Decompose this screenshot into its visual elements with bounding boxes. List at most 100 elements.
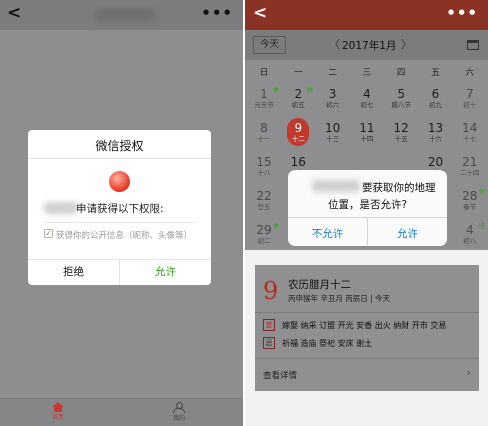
lunar-label: 初五	[291, 101, 305, 109]
day-cell[interactable]: 4 初七	[350, 87, 384, 110]
lunar-date: 农历腊月十二	[288, 279, 351, 291]
day-number: 14	[462, 121, 478, 135]
month-title: 2017年1月	[342, 40, 397, 52]
lunar-label: 腊八节	[391, 101, 411, 109]
lunar-label: 十一	[257, 135, 271, 143]
person-icon	[173, 402, 185, 413]
weekday-label: 六	[465, 68, 475, 78]
weekday-label: 二	[328, 68, 337, 78]
location-dialog: 要获取你的地理 位置，是否允许? 不允许 允许	[288, 170, 447, 246]
day-cell[interactable]: 1 元旦节休	[247, 87, 281, 109]
day-number: 6	[431, 87, 440, 101]
lunar-label: 春节	[463, 203, 477, 211]
weekday-label: 日	[259, 68, 269, 78]
lunar-label: 初八	[463, 237, 477, 245]
lunar-label: 初九	[429, 101, 442, 109]
day-cell[interactable]: 7 初十	[453, 88, 487, 110]
calendar-header: 今天 〈 2017年1月 〉	[245, 30, 488, 60]
back-chevron-icon[interactable]: <	[7, 3, 21, 23]
day-cell[interactable]: 22 廿五	[247, 190, 281, 212]
lunar-label: 十八	[257, 169, 271, 177]
day-cell[interactable]: 29 初二休	[247, 223, 281, 245]
more-options-icon[interactable]: •••	[446, 4, 478, 22]
wechat-auth-screen: < ••• 微信授权 申请获得以下权限: ✓ 获得你的公开信息（昵称、头像等） …	[0, 0, 243, 426]
home-icon	[52, 402, 64, 412]
permission-label: 获得你的公开信息（昵称、头像等）	[56, 231, 193, 241]
big-day-number: 9	[263, 277, 279, 305]
ji-activities: 祈福 造庙 祭祀 安床 谢土	[282, 339, 373, 348]
calendar-screen: < ••• 今天 〈 2017年1月 〉 日一二三四五六 1 元旦节休 2 初五休 3 初…	[245, 0, 488, 426]
dialog-message-line1: 要获取你的地理	[362, 182, 436, 194]
day-number: 9	[294, 121, 303, 135]
day-number: 20	[427, 155, 444, 169]
weekday-label: 四	[396, 68, 406, 78]
request-text: 申请获得以下权限:	[76, 203, 164, 215]
day-cell[interactable]: 14 十七	[453, 121, 487, 144]
calendar-icon[interactable]	[467, 40, 479, 50]
day-number: 3	[328, 87, 337, 101]
allow-button[interactable]: 允许	[368, 226, 447, 241]
day-cell[interactable]: 11 十四	[350, 121, 384, 144]
lunar-label: 初十	[463, 101, 477, 109]
weekday-label: 一	[294, 68, 303, 78]
lunar-label: 十三	[326, 135, 340, 143]
lunar-label: 十二	[291, 135, 305, 143]
lunar-label: 初二	[257, 237, 271, 245]
day-cell[interactable]: 2 初五休	[281, 87, 315, 109]
tab-home-label: 首页	[51, 414, 64, 421]
prev-month-icon[interactable]: 〈	[329, 36, 340, 52]
day-number: 5	[397, 87, 405, 101]
deny-button[interactable]: 拒绝	[28, 264, 119, 279]
day-cell[interactable]: 3 初六	[316, 87, 350, 110]
day-cell[interactable]: 6 初九	[419, 87, 453, 110]
day-cell[interactable]: 4 初八班	[453, 223, 487, 245]
holiday-badge: 休	[307, 87, 314, 94]
navigation-bar: < •••	[245, 0, 488, 30]
weekday-label: 五	[431, 68, 440, 78]
lunar-label: 初七	[360, 101, 374, 109]
view-details-link[interactable]: 查看详情	[263, 369, 297, 381]
lunar-label: 十四	[360, 135, 374, 143]
day-cell[interactable]: 13 十六	[419, 122, 453, 144]
holiday-badge: 休	[478, 189, 485, 196]
day-cell[interactable]: 9 十二	[281, 121, 315, 144]
today-button[interactable]: 今天	[253, 36, 286, 54]
next-month-icon[interactable]: 〉	[401, 36, 412, 52]
tab-me[interactable]: 我的	[159, 402, 199, 422]
tab-home[interactable]: 首页	[38, 402, 78, 421]
lunar-label: 二十四	[460, 169, 480, 177]
deny-button[interactable]: 不允许	[288, 226, 367, 241]
day-cell[interactable]: 10 十三	[316, 121, 350, 144]
back-chevron-icon[interactable]: <	[253, 3, 267, 23]
holiday-badge: 班	[478, 223, 485, 230]
blurred-title	[95, 9, 155, 21]
weekday-label: 三	[362, 68, 372, 78]
holiday-badge: 休	[272, 87, 279, 94]
dialog-title: 微信授权	[95, 139, 144, 153]
day-number: 4	[363, 87, 371, 101]
allow-button[interactable]: 允许	[120, 264, 211, 279]
day-number: 11	[359, 121, 375, 135]
day-cell[interactable]: 12 十五	[384, 121, 418, 144]
app-logo	[109, 171, 130, 192]
day-cell[interactable]: 5 腊八节	[384, 87, 418, 110]
day-cell[interactable]: 28 春节休	[453, 189, 487, 211]
divider	[255, 358, 479, 359]
day-number: 12	[393, 121, 409, 135]
divider	[255, 312, 479, 313]
yi-badge: 宜	[263, 319, 275, 331]
day-cell[interactable]: 21 二十四	[453, 155, 487, 178]
dialog-message-line2: 位置，是否允许?	[327, 199, 408, 211]
lunar-label: 廿五	[257, 203, 271, 211]
more-options-icon[interactable]: •••	[201, 4, 233, 22]
divider	[44, 222, 196, 223]
day-cell[interactable]: 8 十一	[247, 122, 281, 144]
day-number: 21	[462, 155, 478, 169]
tab-bar: 首页 我的	[0, 398, 243, 426]
permission-checkbox[interactable]: ✓	[44, 229, 53, 238]
chevron-right-icon[interactable]: ›	[467, 366, 471, 379]
yi-activities: 嫁娶 纳采 订盟 开光 安香 出火 纳财 开市 交易	[282, 321, 447, 330]
navigation-bar: < •••	[0, 0, 243, 30]
day-cell[interactable]: 15 十八	[247, 156, 281, 178]
day-number: 10	[324, 121, 341, 135]
